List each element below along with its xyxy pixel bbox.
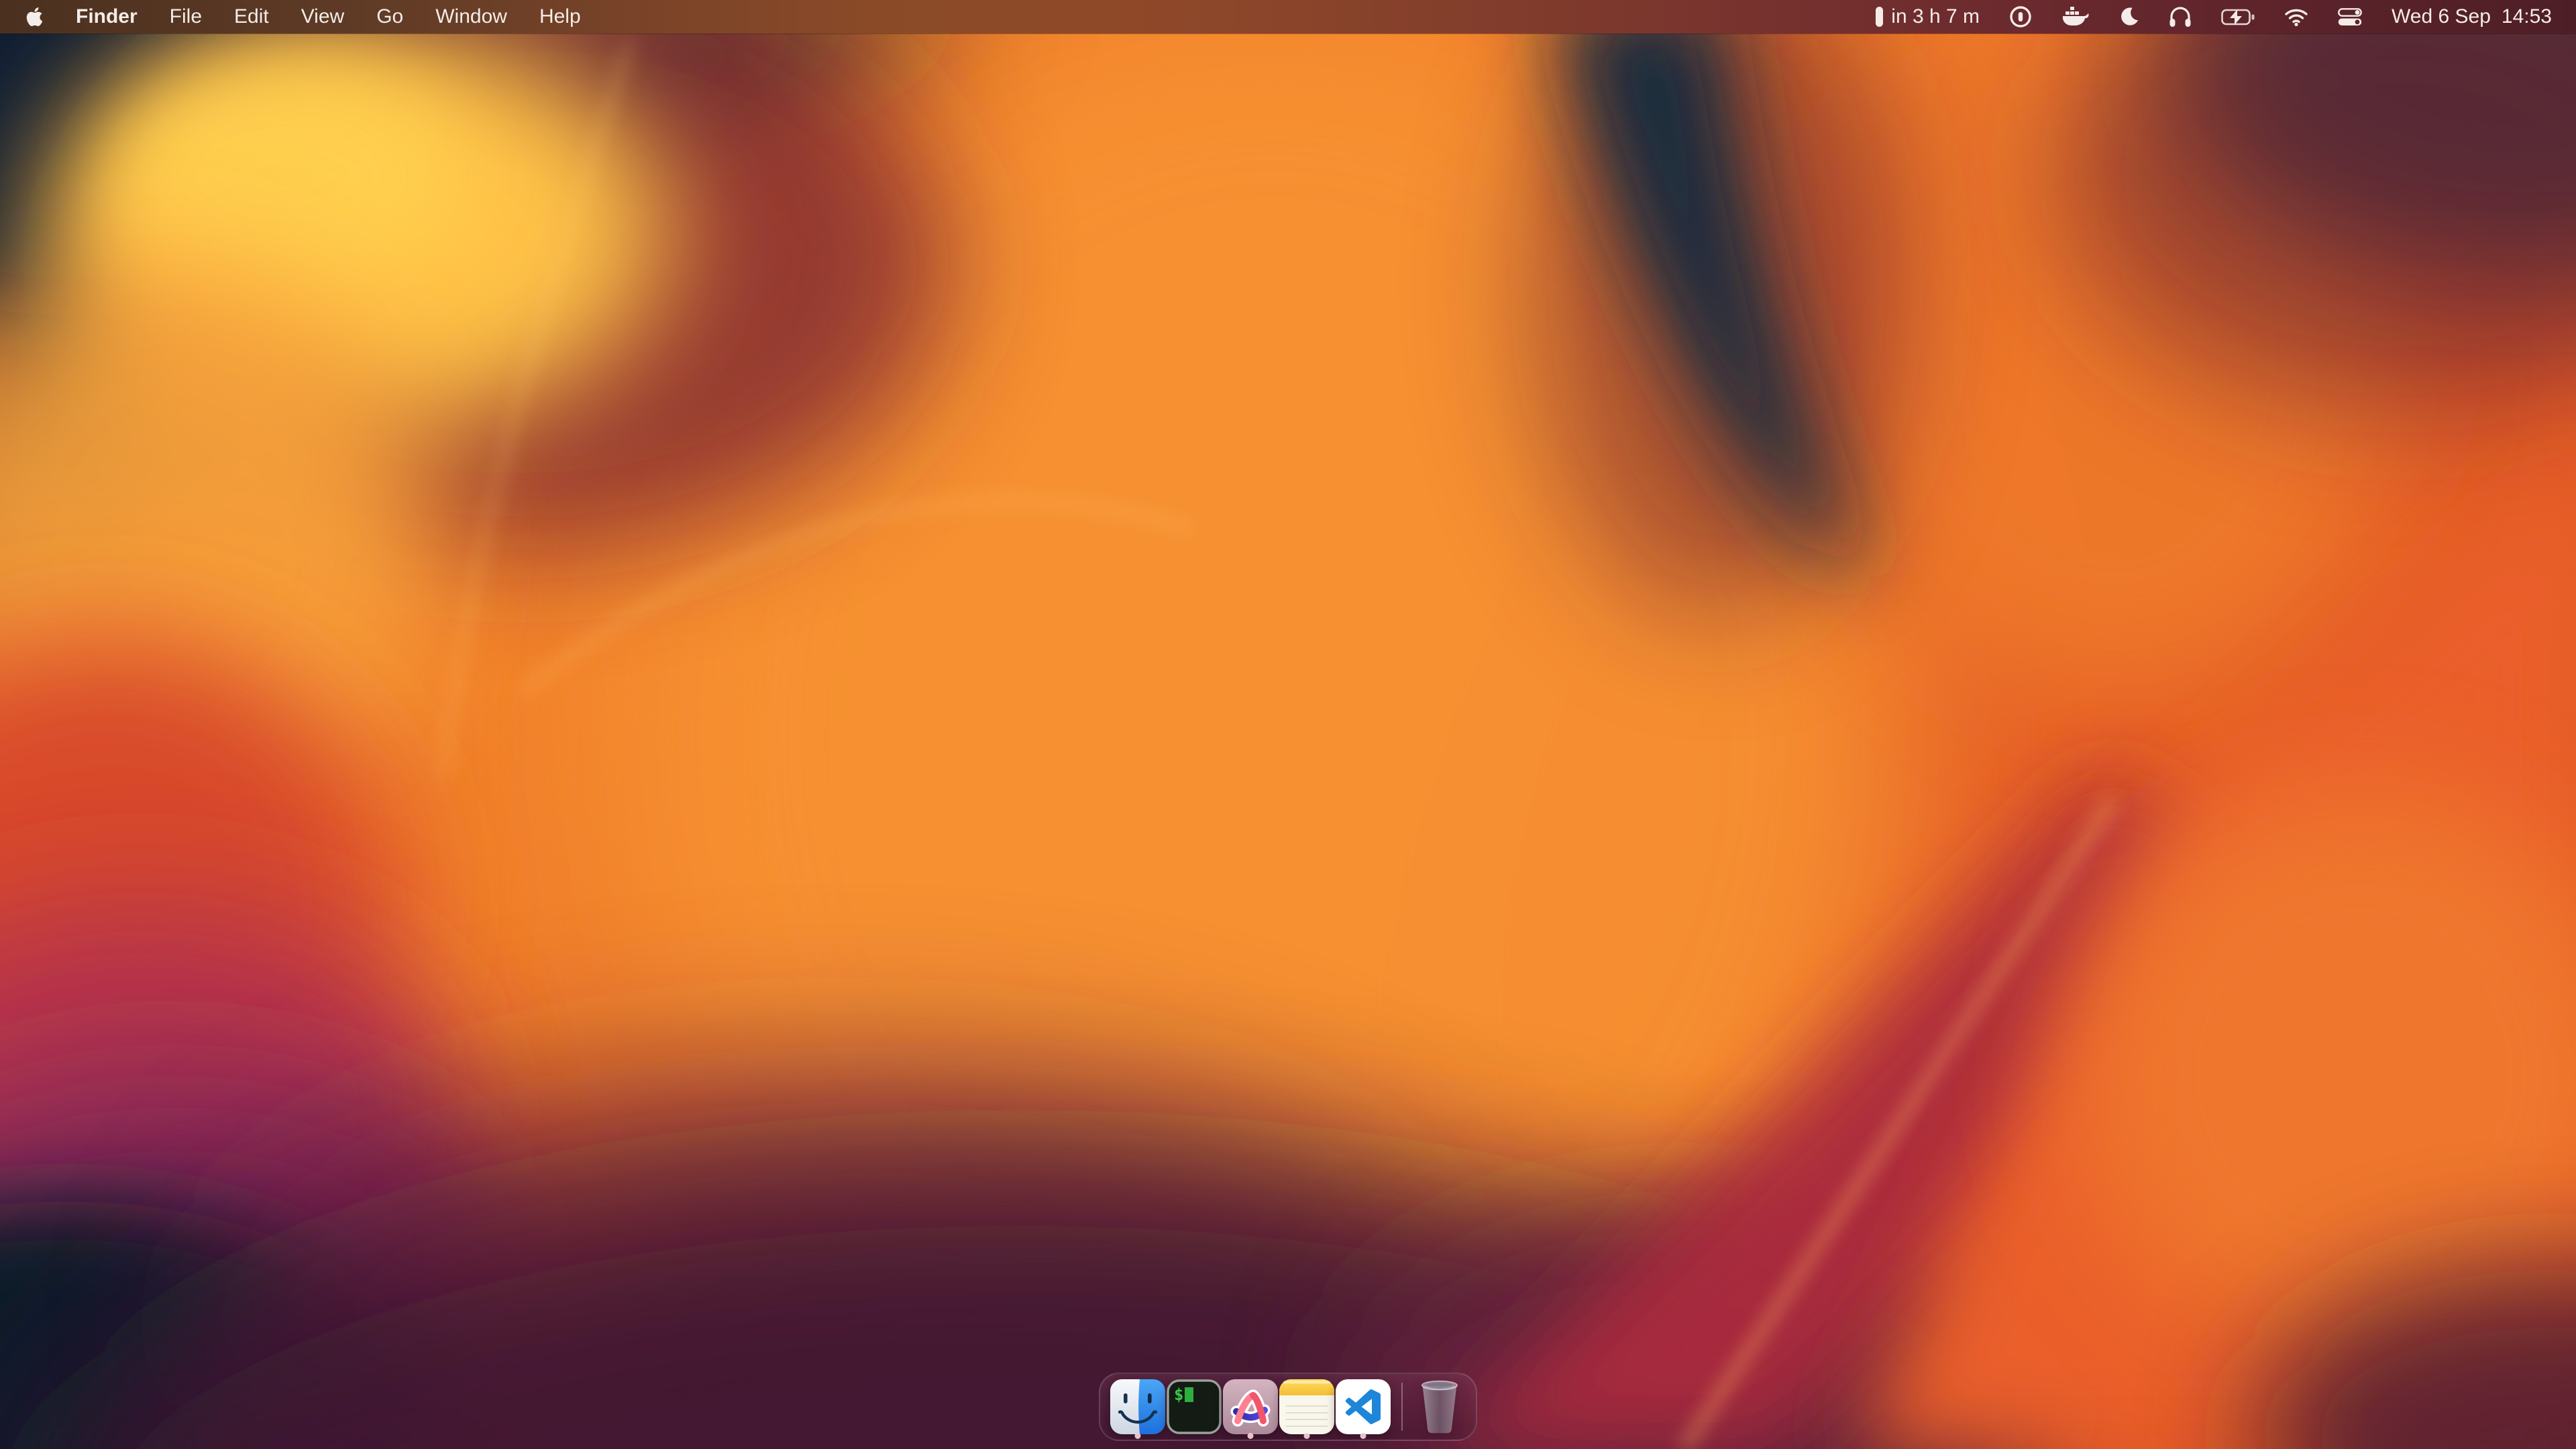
menu-time: 14:53 (2502, 5, 2552, 28)
status-1password[interactable] (2009, 5, 2032, 28)
dock-item-notes[interactable] (1279, 1373, 1335, 1441)
menu-item-view[interactable]: View (301, 0, 344, 34)
running-indicator (1360, 1433, 1366, 1439)
dock-item-finder[interactable] (1110, 1373, 1166, 1441)
menu-clock[interactable]: Wed 6 Sep 14:53 (2392, 5, 2552, 28)
menu-bar-left: Finder File Edit View Go Window Help (25, 0, 581, 34)
1password-icon (2009, 5, 2032, 28)
menu-app-name[interactable]: Finder (76, 0, 138, 34)
terminal-prompt-glyph: $ (1174, 1385, 1183, 1404)
menu-item-help[interactable]: Help (539, 0, 581, 34)
wifi-icon (2284, 7, 2308, 26)
vscode-icon (1336, 1379, 1391, 1434)
terminal-icon: $ (1167, 1379, 1222, 1434)
status-battery[interactable] (2221, 8, 2255, 26)
running-indicator (1135, 1433, 1141, 1439)
apple-menu[interactable] (25, 6, 44, 28)
status-timer[interactable]: in 3 h 7 m (1876, 5, 1980, 28)
desktop-wallpaper (0, 0, 2576, 1449)
status-control-center[interactable] (2338, 8, 2362, 26)
running-indicator (1248, 1433, 1254, 1439)
status-timer-text: in 3 h 7 m (1891, 5, 1980, 28)
menu-item-edit[interactable]: Edit (234, 0, 269, 34)
menu-date: Wed 6 Sep (2392, 5, 2491, 28)
notes-icon (1279, 1379, 1334, 1434)
apple-logo-icon (25, 6, 44, 28)
status-focus[interactable] (2119, 7, 2139, 27)
timer-pill-icon (1876, 7, 1883, 27)
dock-item-vscode[interactable] (1335, 1373, 1391, 1441)
dock: $ (1099, 1373, 1477, 1441)
menu-item-go[interactable]: Go (376, 0, 403, 34)
control-center-icon (2338, 8, 2362, 26)
trash-icon (1419, 1378, 1460, 1436)
battery-charging-icon (2221, 8, 2255, 26)
status-headphones[interactable] (2169, 6, 2192, 28)
dock-divider (1401, 1383, 1403, 1431)
menu-item-file[interactable]: File (170, 0, 202, 34)
headphones-icon (2169, 6, 2192, 28)
menu-bar-status: in 3 h 7 m (1876, 5, 2552, 28)
menu-item-window[interactable]: Window (435, 0, 507, 34)
dock-item-arc[interactable] (1222, 1373, 1279, 1441)
focus-moon-icon (2119, 7, 2139, 27)
dock-item-trash[interactable] (1413, 1373, 1466, 1441)
finder-icon (1110, 1379, 1165, 1434)
docker-icon (2061, 6, 2090, 28)
running-indicator (1304, 1433, 1310, 1439)
arc-browser-icon (1223, 1379, 1278, 1434)
menu-bar: Finder File Edit View Go Window Help in … (0, 0, 2576, 34)
status-wifi[interactable] (2284, 7, 2308, 26)
dock-item-terminal[interactable]: $ (1166, 1373, 1222, 1441)
status-docker[interactable] (2061, 6, 2090, 28)
